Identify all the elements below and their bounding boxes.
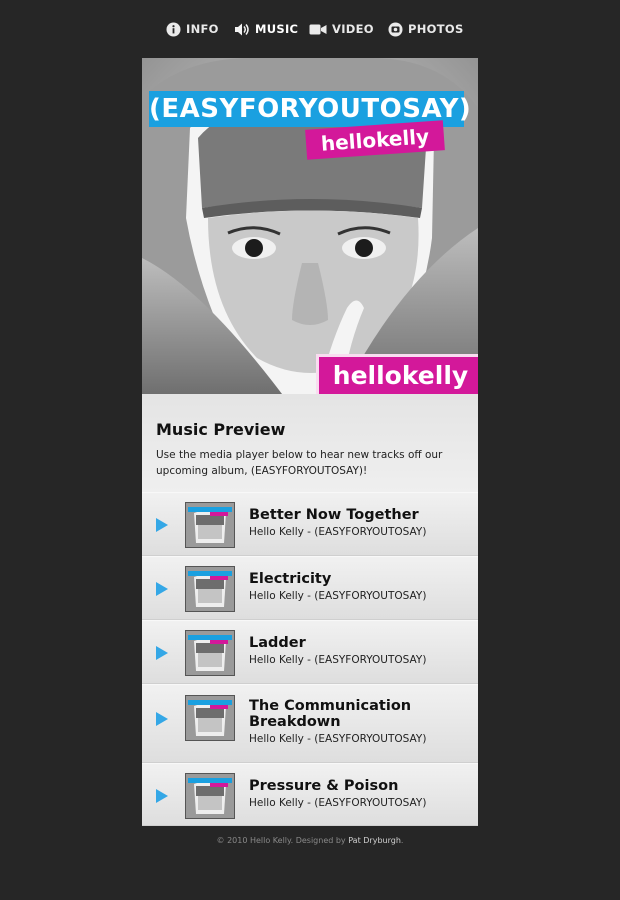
music-preview-description: Use the media player below to hear new t… [156, 449, 443, 477]
track-row[interactable]: Ladder Hello Kelly - (EASYFORYOUTOSAY) [142, 620, 478, 684]
play-icon[interactable] [156, 712, 168, 726]
nav-info-label: INFO [186, 22, 219, 36]
track-thumbnail [185, 566, 235, 612]
nav-music[interactable]: MUSIC [234, 18, 298, 40]
track-artist: Hello Kelly - (EASYFORYOUTOSAY) [249, 654, 427, 666]
track-title: Electricity [249, 571, 332, 587]
info-icon [166, 22, 181, 36]
track-thumbnail [185, 695, 235, 741]
nav-video-label: VIDEO [332, 22, 374, 36]
brand-logo-large: hellokelly [316, 354, 478, 394]
content-card: (EASYFORYOUTOSAY) hellokelly hellokelly … [142, 58, 478, 826]
track-title: Pressure & Poison [249, 778, 399, 794]
music-preview-section: Music Preview Use the media player below… [142, 394, 478, 492]
track-artist: Hello Kelly - (EASYFORYOUTOSAY) [249, 526, 427, 538]
play-icon[interactable] [156, 789, 168, 803]
footer-period: . [400, 836, 404, 845]
track-thumbnail [185, 630, 235, 676]
track-artist: Hello Kelly - (EASYFORYOUTOSAY) [249, 733, 427, 745]
video-camera-icon [309, 24, 327, 34]
nav-photos-label: PHOTOS [408, 22, 464, 36]
track-row[interactable]: The Communication Breakdown Hello Kelly … [142, 684, 478, 763]
track-thumbnail [185, 773, 235, 819]
album-artwork: (EASYFORYOUTOSAY) hellokelly hellokelly [142, 58, 478, 394]
nav-info[interactable]: INFO [166, 18, 219, 40]
camera-icon [388, 22, 403, 36]
track-thumbnail [185, 502, 235, 548]
track-artist: Hello Kelly - (EASYFORYOUTOSAY) [249, 797, 427, 809]
music-preview-title: Music Preview [156, 420, 286, 439]
play-icon[interactable] [156, 646, 168, 660]
play-icon[interactable] [156, 582, 168, 596]
nav-music-label: MUSIC [255, 22, 299, 36]
top-nav: INFO MUSIC VIDEO PHOTOS [0, 18, 620, 40]
footer: © 2010 Hello Kelly. Designed by Pat Dryb… [0, 836, 620, 845]
nav-video[interactable]: VIDEO [309, 18, 374, 40]
nav-photos[interactable]: PHOTOS [388, 18, 464, 40]
track-row[interactable]: Better Now Together Hello Kelly - (EASYF… [142, 492, 478, 556]
speaker-icon [235, 23, 249, 35]
track-title: Better Now Together [249, 507, 419, 523]
track-artist: Hello Kelly - (EASYFORYOUTOSAY) [249, 590, 427, 602]
track-row[interactable]: Electricity Hello Kelly - (EASYFORYOUTOS… [142, 556, 478, 620]
track-title: The Communication Breakdown [249, 698, 412, 730]
footer-copyright: © 2010 Hello Kelly. Designed by [216, 836, 349, 845]
designer-link[interactable]: Pat Dryburgh [348, 836, 401, 845]
track-row[interactable]: Pressure & Poison Hello Kelly - (EASYFOR… [142, 763, 478, 826]
track-title: Ladder [249, 635, 306, 651]
play-icon[interactable] [156, 518, 168, 532]
